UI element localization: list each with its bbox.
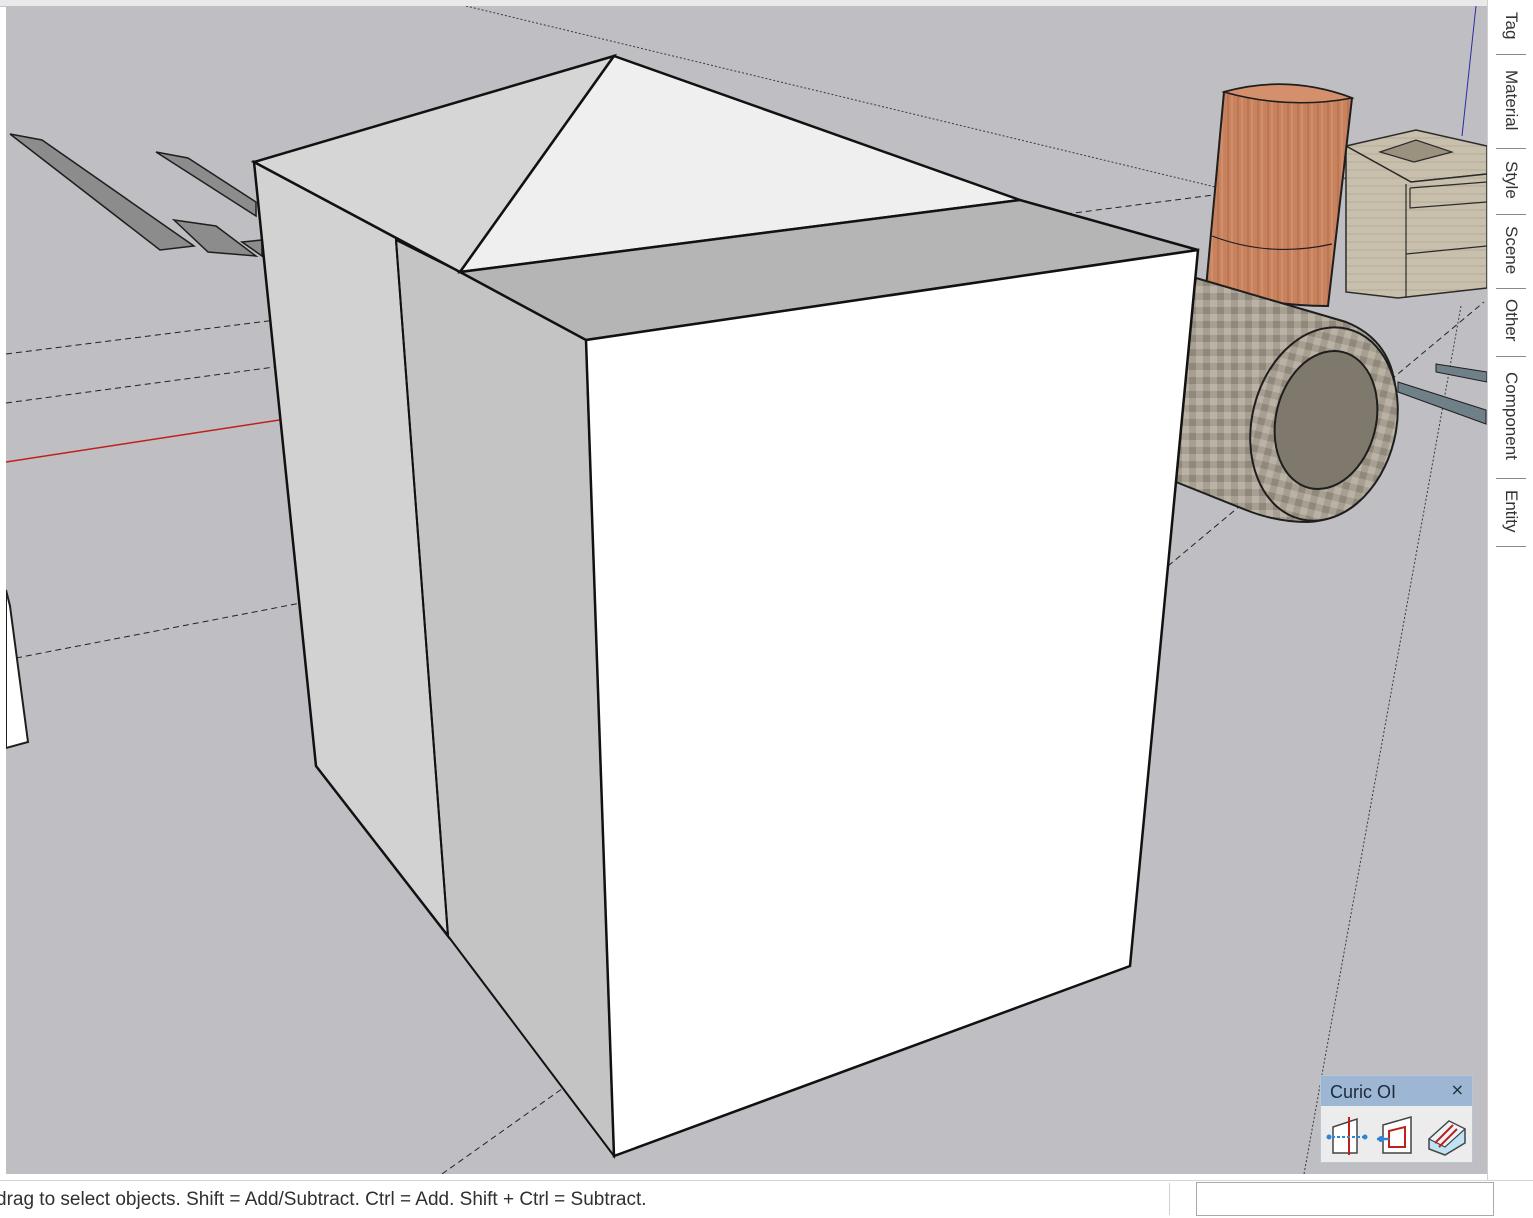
- box-front-face: [584, 248, 1200, 1158]
- tray-tab-scene[interactable]: Scene: [1488, 218, 1533, 282]
- blue-axis-line: [1461, 6, 1477, 137]
- close-icon[interactable]: ×: [1451, 1080, 1464, 1099]
- tray-tab-label: Tag: [1502, 12, 1521, 40]
- solid-box-icon: [1427, 1120, 1467, 1156]
- tray-tab-material[interactable]: Material: [1488, 58, 1533, 142]
- tray-separator: [1496, 288, 1526, 289]
- tray-tab-label: Material: [1502, 69, 1521, 131]
- tray-tab-label: Other: [1502, 298, 1521, 342]
- tray-tab-entity[interactable]: Entity: [1488, 482, 1533, 540]
- measurements-box[interactable]: [1196, 1182, 1494, 1216]
- tray-separator: [1496, 478, 1526, 479]
- tray-tab-label: Style: [1502, 161, 1521, 199]
- slab-shape: [9, 133, 197, 251]
- offset-face-icon: [1377, 1116, 1412, 1154]
- tray-separator: [1496, 546, 1526, 547]
- default-tray: Tag Material Style Scene Other Component…: [1487, 0, 1533, 1180]
- curic-oi-title-bar[interactable]: Curic OI ×: [1321, 1076, 1472, 1106]
- red-axis-line: [6, 418, 287, 463]
- status-hint-text: drag to select objects. Shift = Add/Subt…: [0, 1189, 647, 1210]
- slab-shape: [171, 218, 259, 257]
- curic-oi-toolbar: Curic OI ×: [1320, 1075, 1473, 1163]
- dashed-line: [6, 365, 283, 404]
- tray-tab-tag[interactable]: Tag: [1488, 4, 1533, 48]
- slab-shape: [1397, 381, 1487, 425]
- status-divider: [1169, 1183, 1170, 1215]
- model-viewport[interactable]: [6, 6, 1487, 1174]
- tray-tab-label: Component: [1502, 372, 1521, 460]
- tray-separator: [1496, 148, 1526, 149]
- status-bar: drag to select objects. Shift = Add/Subt…: [0, 1180, 1533, 1218]
- partial-panel: [6, 589, 30, 750]
- tray-separator: [1496, 54, 1526, 55]
- tray-tab-label: Entity: [1502, 489, 1521, 533]
- tray-separator: [1496, 356, 1526, 357]
- curic-oi-title: Curic OI: [1330, 1082, 1397, 1102]
- dashed-line: [15, 601, 307, 659]
- solid-box-button[interactable]: [1425, 1113, 1469, 1157]
- wood-cylinder: [1204, 83, 1354, 308]
- section-line-icon: [1326, 1117, 1368, 1155]
- section-line-button[interactable]: [1325, 1113, 1369, 1157]
- tray-tab-other[interactable]: Other: [1488, 292, 1533, 348]
- dashed-line: [6, 319, 277, 355]
- dashed-line: [441, 1085, 567, 1174]
- slab-shape: [155, 151, 257, 218]
- offset-face-button[interactable]: [1375, 1113, 1419, 1157]
- tray-tab-style[interactable]: Style: [1488, 152, 1533, 208]
- tray-separator: [1496, 214, 1526, 215]
- tray-tab-component[interactable]: Component: [1488, 360, 1533, 472]
- tray-tab-label: Scene: [1502, 225, 1521, 275]
- slab-shape: [1435, 363, 1487, 383]
